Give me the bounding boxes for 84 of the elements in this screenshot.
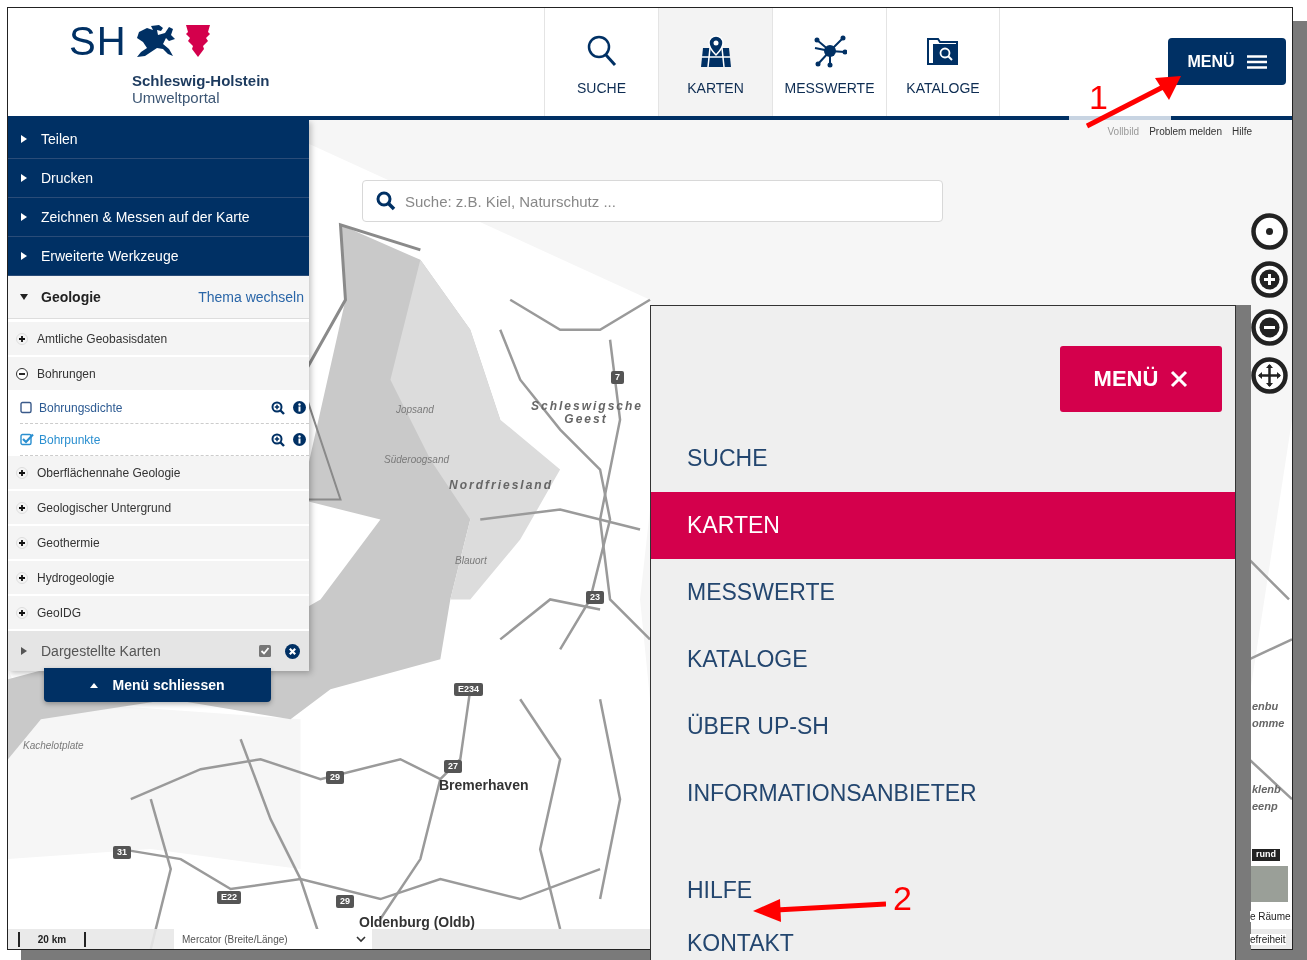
close-menu-button[interactable]: MENÜ — [1060, 346, 1222, 412]
logo-title: Schleswig-Holstein — [132, 72, 271, 89]
layer-group[interactable]: Oberflächennahe Geologie — [8, 456, 309, 489]
scale-bar: 20 km — [18, 931, 86, 947]
annotation-number: 2 — [893, 881, 912, 915]
menu-item[interactable]: MESSWERTE — [651, 559, 835, 626]
top-link[interactable]: Hilfe — [1232, 126, 1252, 137]
locate-icon[interactable] — [1251, 213, 1288, 250]
menu-icon — [1246, 54, 1267, 69]
close-menu-button[interactable]: Menü schliessen — [44, 668, 271, 702]
layer-label[interactable]: Bohrpunkte — [39, 432, 266, 447]
shield-icon — [184, 24, 211, 58]
menu-item[interactable]: KARTEN — [651, 492, 1235, 559]
tool-item[interactable]: Zeichnen & Messen auf der Karte — [8, 198, 309, 237]
photo-placeholder — [1250, 866, 1288, 902]
theme-switch-link[interactable]: Thema wechseln — [198, 289, 304, 305]
layer-group[interactable]: Bohrungen — [8, 357, 309, 390]
map-label: eenp — [1252, 800, 1278, 813]
logo-subtitle: Umweltportal — [132, 89, 221, 106]
map-label: Bremerhaven — [439, 778, 529, 794]
map-label: Jopsand — [396, 404, 434, 415]
road-number: 23 — [586, 591, 604, 604]
tool-item[interactable]: Erweiterte Werkzeuge — [8, 237, 309, 276]
map-label: efreiheit — [1250, 934, 1286, 945]
checked-checkbox[interactable] — [20, 433, 34, 446]
tool-item[interactable]: Drucken — [8, 159, 309, 198]
menu-item[interactable]: SUCHE — [651, 425, 768, 492]
info-icon[interactable] — [293, 433, 306, 446]
menu-item[interactable]: INFORMATIONSANBIETER — [651, 760, 977, 827]
projection-dropdown[interactable]: Mercator (Breite/Länge) — [174, 929, 372, 949]
map-label: Süderoogsand — [384, 454, 450, 465]
map-label: rund — [1252, 849, 1280, 861]
layer-group[interactable]: Geologischer Untergrund — [8, 491, 309, 524]
zoom-out-icon[interactable] — [1251, 309, 1288, 346]
search-icon — [376, 191, 396, 211]
zoom-in-icon[interactable] — [1251, 261, 1288, 298]
road-number: 29 — [326, 771, 344, 784]
logo-mark: SH — [69, 22, 127, 60]
map-label: Kachelotplate — [23, 740, 84, 751]
annotation-number: 1 — [1089, 80, 1108, 114]
chevron-down-icon — [356, 935, 366, 943]
checked-checkbox[interactable] — [259, 645, 271, 657]
road-number: 27 — [444, 760, 462, 773]
menu-button[interactable]: MENÜ — [1168, 38, 1286, 85]
search-icon — [585, 34, 618, 68]
close-icon[interactable] — [285, 643, 300, 659]
map-label: enbu — [1252, 700, 1279, 713]
network-icon — [812, 34, 847, 68]
map-label: Blauort — [455, 555, 487, 566]
layer-group[interactable]: Hydrogeologie — [8, 561, 309, 594]
layer-group[interactable]: Amtliche Geobasisdaten — [8, 322, 309, 355]
map-pin-icon — [699, 34, 732, 68]
layer-group[interactable]: GeoIDG — [8, 596, 309, 629]
road-number: E22 — [217, 891, 241, 904]
layer-label[interactable]: Bohrungsdichte — [39, 400, 266, 415]
checkbox[interactable] — [20, 401, 34, 414]
map-label: klenb — [1252, 783, 1281, 796]
top-link[interactable]: Problem melden — [1149, 126, 1222, 137]
road-number: E234 — [454, 683, 484, 696]
caret-up-icon — [90, 682, 99, 688]
search-field[interactable]: Suche: z.B. Kiel, Naturschutz ... — [362, 180, 943, 222]
caret-icon[interactable] — [20, 294, 28, 300]
nav-tab[interactable]: KARTEN — [658, 8, 772, 116]
pan-icon[interactable] — [1251, 357, 1288, 394]
road-number: 7 — [611, 371, 624, 384]
road-number: 31 — [113, 846, 131, 859]
zoom-in-icon[interactable] — [271, 432, 285, 447]
menu-item[interactable]: KATALOGE — [651, 626, 808, 693]
close-icon — [1170, 370, 1189, 388]
info-icon[interactable] — [293, 401, 306, 414]
map-label: e Räume — [1250, 911, 1291, 922]
tool-item[interactable]: Teilen — [8, 120, 309, 159]
nav-tab[interactable]: KATALOGE — [886, 8, 1000, 116]
caret-icon[interactable] — [21, 647, 27, 655]
road-number: 29 — [336, 895, 354, 908]
map-label: Nordfriesland — [449, 479, 553, 493]
zoom-in-icon[interactable] — [271, 400, 285, 415]
layer-group[interactable]: Geothermie — [8, 526, 309, 559]
menu-item[interactable]: KONTAKT — [651, 924, 794, 960]
map-label: omme — [1252, 717, 1285, 730]
theme-title: Geologie — [41, 289, 102, 305]
menu-item[interactable]: ÜBER UP-SH — [651, 693, 829, 760]
menu-item[interactable]: HILFE — [651, 857, 753, 924]
map-label: Oldenburg (Oldb) — [359, 915, 475, 931]
